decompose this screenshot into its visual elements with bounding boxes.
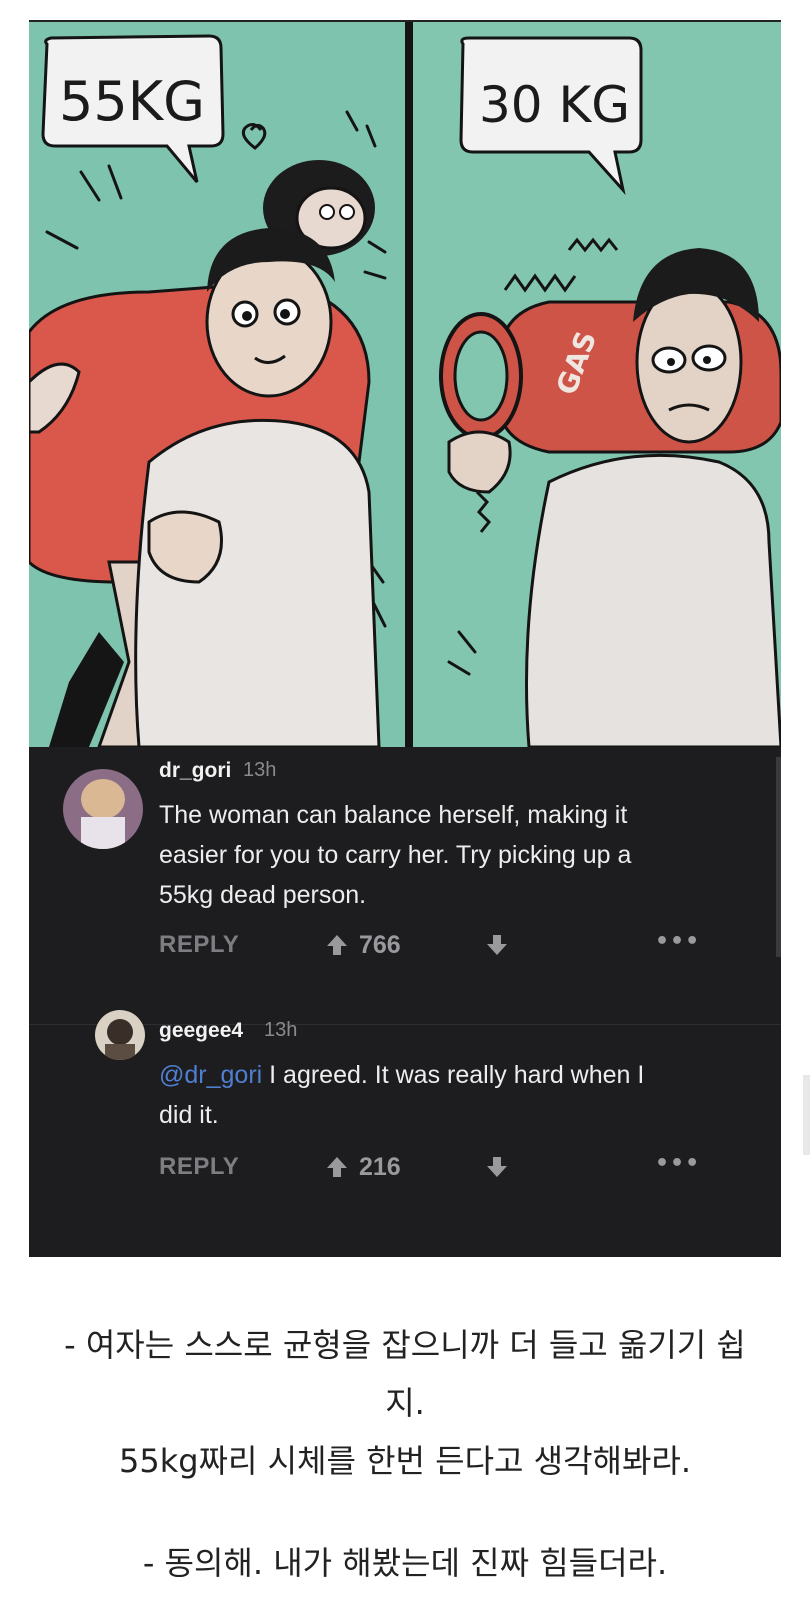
comment-line: did it. (159, 1101, 219, 1129)
comment-text: @dr_gori I agreed. It was really hard wh… (159, 1055, 759, 1135)
upvote-icon[interactable] (325, 1155, 349, 1183)
avatar[interactable] (95, 1010, 145, 1060)
upvote-count: 766 (359, 931, 401, 959)
downvote-icon[interactable] (485, 1155, 509, 1183)
comment-line: 55kg dead person. (159, 881, 367, 909)
comment-thread: dr_gori 13h The woman can balance hersel… (29, 747, 781, 1257)
caption-line: - 동의해. 내가 해봤는데 진짜 힘들더라. (142, 1544, 668, 1582)
comment-text: The woman can balance herself, making it… (159, 795, 759, 915)
comment-line: The woman can balance herself, making it (159, 801, 628, 829)
caption-line: - 여자는 스스로 균형을 잡으니까 더 들고 옮기기 쉽 (64, 1326, 746, 1364)
comment-line-rest: I agreed. It was really hard when I (262, 1061, 645, 1089)
comment-username[interactable]: geegee4 (159, 1019, 243, 1043)
right-bubble-text: 30 KG (479, 76, 630, 134)
avatar[interactable] (63, 769, 143, 849)
reply-button[interactable]: REPLY (159, 931, 239, 959)
comment-timestamp: 13h (264, 1019, 298, 1041)
comment-timestamp: 13h (243, 759, 277, 781)
more-options-icon[interactable]: ••• (655, 1151, 700, 1176)
more-options-icon[interactable]: ••• (655, 929, 700, 954)
comic-image: 55KG 30 KG GAS (29, 22, 781, 747)
caption-line: 55kg짜리 시체를 한번 든다고 생각해봐라. (118, 1442, 692, 1480)
comment-line: @dr_gori I agreed. It was really hard wh… (159, 1055, 759, 1095)
upvote-count: 216 (359, 1153, 401, 1181)
scrollbar[interactable] (776, 757, 781, 957)
comment-username[interactable]: dr_gori (159, 759, 231, 783)
comment-line: easier for you to carry her. Try picking… (159, 841, 632, 869)
reply-button[interactable]: REPLY (159, 1153, 239, 1181)
side-tab[interactable] (803, 1075, 810, 1155)
mention-link[interactable]: @dr_gori (159, 1061, 262, 1089)
caption-line: 지. (385, 1384, 425, 1422)
left-bubble-text: 55KG (59, 70, 205, 133)
upvote-icon[interactable] (325, 933, 349, 961)
downvote-icon[interactable] (485, 933, 509, 961)
